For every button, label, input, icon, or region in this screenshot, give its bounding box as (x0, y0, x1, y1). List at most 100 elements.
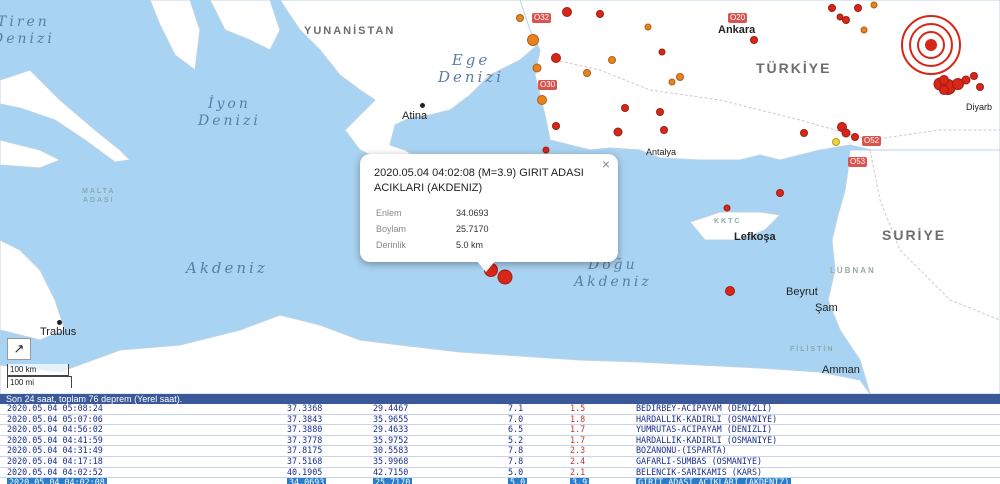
quake-depth-cell: 7.8 (508, 445, 524, 456)
road-marker: O52 (862, 136, 882, 146)
quake-lon-cell: 42.7150 (373, 466, 409, 477)
earthquake-marker[interactable] (854, 4, 862, 12)
city-dot-atina (420, 103, 425, 108)
earthquake-marker[interactable] (527, 34, 539, 46)
country-label-kktc: KKTC (714, 218, 742, 225)
city-dot-trablus (57, 320, 62, 325)
earthquake-marker[interactable] (552, 122, 560, 130)
quake-list-row[interactable]: 2020.05.04 04:02:52 40.1905 42.7150 5.0 2.1 B… (0, 466, 1000, 479)
quake-lon-cell: 35.9968 (373, 455, 409, 466)
quake-list-row[interactable]: 2020.05.04 04:17:18 37.5168 35.9968 7.8 2.4 G… (0, 455, 1000, 468)
country-label-filistin: FİLİSTİN (790, 346, 835, 353)
popup-label-latitude: Enlem (376, 208, 402, 218)
quake-mag-cell: 2.4 (570, 455, 586, 466)
road-marker: O20 (728, 13, 748, 23)
country-label-turkiye: TÜRKİYE (756, 60, 832, 76)
country-label-yunanistan: YUNANİSTAN (304, 25, 396, 37)
close-icon[interactable]: × (602, 156, 610, 172)
popup-title: 2020.05.04 04:02:08 (M=3.9) GIRIT ADASI … (374, 167, 584, 194)
quake-mag-cell: 2.1 (570, 466, 586, 477)
popup-value-longitude: 25.7170 (456, 224, 489, 234)
city-label-lefkosa: Lefkoşa (734, 231, 776, 243)
quake-lat-cell: 37.3778 (287, 434, 323, 445)
quake-date-cell: 2020.05.04 05:08:24 (7, 403, 103, 413)
earthquake-map[interactable]: Tiren Denizi İyon Denizi Ege Denizi Akde… (0, 0, 1000, 394)
earthquake-marker[interactable] (644, 23, 652, 31)
earthquake-marker[interactable] (776, 189, 784, 197)
quake-mag-cell: 1.7 (570, 434, 586, 445)
quake-mag-cell: 1.7 (570, 424, 586, 435)
earthquake-marker[interactable] (621, 104, 629, 112)
quake-depth-cell: 7.1 (508, 403, 524, 413)
earthquake-marker[interactable] (828, 4, 836, 12)
earthquake-marker[interactable] (723, 204, 731, 212)
quake-place-cell: HARDALLIK-KADIRLI (OSMANIYE) (636, 413, 778, 424)
quake-date-cell: 2020.05.04 04:02:08 (7, 478, 107, 484)
earthquake-marker[interactable] (658, 48, 666, 56)
city-label-trablus: Trablus (40, 326, 77, 338)
quake-mag-cell: 1.8 (570, 413, 586, 424)
scale-bar-km: 100 km (7, 364, 69, 376)
quake-list-panel: Son 24 saat, toplam 76 deprem (Yerel saa… (0, 394, 1000, 484)
quake-depth-cell: 7.0 (508, 413, 524, 424)
quake-depth-cell: 5.0 (508, 478, 528, 484)
quake-lat-cell: 37.5168 (287, 455, 323, 466)
earthquake-marker[interactable] (870, 1, 878, 9)
quake-lat-cell: 37.3880 (287, 424, 323, 435)
country-label-suriye: SURİYE (882, 227, 947, 243)
earthquake-marker[interactable] (976, 83, 984, 91)
quake-list-row[interactable]: 2020.05.04 04:02:08 34.0693 25.7170 5.0 3.9 G… (0, 478, 1000, 484)
earthquake-marker[interactable] (532, 63, 542, 73)
quake-list-header: Son 24 saat, toplam 76 deprem (Yerel saa… (0, 394, 1000, 404)
earthquake-marker[interactable] (860, 26, 868, 34)
sea-label-akdeniz: Akdeniz (186, 259, 268, 277)
quake-lon-cell: 29.4467 (373, 403, 409, 413)
popup-value-depth: 5.0 km (456, 240, 484, 250)
earthquake-marker[interactable] (660, 126, 668, 134)
quake-place-cell: YUMRUTAS-ACIPAYAM (DENIZLI) (636, 424, 773, 435)
quake-lat-cell: 34.0693 (287, 478, 327, 484)
quake-date-cell: 2020.05.04 04:41:59 (7, 434, 103, 445)
earthquake-marker[interactable] (939, 75, 949, 85)
earthquake-marker[interactable] (596, 10, 604, 18)
city-label-diyarbakir: Diyarb (966, 102, 993, 112)
earthquake-marker[interactable] (583, 69, 591, 77)
quake-depth-cell: 5.2 (508, 434, 524, 445)
latest-quake-target-icon[interactable] (900, 14, 962, 76)
popup-label-longitude: Boylam (376, 224, 407, 234)
quake-depth-cell: 7.8 (508, 455, 524, 466)
earthquake-marker[interactable] (842, 16, 850, 24)
scale-bar-mi: 100 mi (7, 376, 72, 388)
earthquake-marker[interactable] (970, 72, 978, 80)
country-label-malta: MALTA ADASI (82, 188, 116, 204)
quake-list-row[interactable]: 2020.05.04 04:41:59 37.3778 35.9752 5.2 1.7 H… (0, 434, 1000, 447)
earthquake-marker[interactable] (516, 14, 524, 22)
quake-list-row[interactable]: 2020.05.04 04:56:02 37.3880 29.4633 6.5 1.7 Y… (0, 425, 1000, 436)
quake-date-cell: 2020.05.04 04:31:49 (7, 445, 103, 456)
earthquake-marker[interactable] (608, 56, 616, 64)
quake-list: 2020.05.04 05:08:24 37.3368 29.4467 7.1 1.5 B… (0, 403, 1000, 484)
earthquake-marker[interactable] (832, 138, 840, 146)
earthquake-marker[interactable] (841, 128, 851, 138)
earthquake-marker[interactable] (668, 78, 676, 86)
earthquake-marker[interactable] (725, 286, 735, 296)
earthquake-marker[interactable] (613, 127, 623, 137)
earthquake-marker[interactable] (676, 73, 684, 81)
earthquake-marker[interactable] (537, 95, 547, 105)
earthquake-marker[interactable] (939, 85, 949, 95)
earthquake-marker[interactable] (551, 53, 561, 63)
earthquake-marker[interactable] (542, 146, 550, 154)
earthquake-marker[interactable] (656, 108, 664, 116)
earthquake-marker[interactable] (562, 7, 572, 17)
city-label-atina: Atina (402, 110, 428, 122)
north-east-arrow-icon[interactable]: ↗ (7, 338, 31, 360)
earthquake-marker[interactable] (497, 269, 513, 285)
earthquake-marker[interactable] (800, 129, 808, 137)
quake-info-popup: 2020.05.04 04:02:08 (M=3.9) GIRIT ADASI … (360, 154, 618, 272)
earthquake-marker[interactable] (750, 36, 758, 44)
quake-list-row[interactable]: 2020.05.04 05:08:24 37.3368 29.4467 7.1 1.5 B… (0, 403, 1000, 415)
quake-list-row[interactable]: 2020.05.04 05:07:06 37.3843 35.9655 7.0 1.8 H… (0, 413, 1000, 426)
earthquake-marker[interactable] (851, 133, 859, 141)
quake-date-cell: 2020.05.04 04:17:18 (7, 455, 103, 466)
quake-list-row[interactable]: 2020.05.04 04:31:49 37.8175 30.5583 7.8 2.3 B… (0, 446, 1000, 457)
